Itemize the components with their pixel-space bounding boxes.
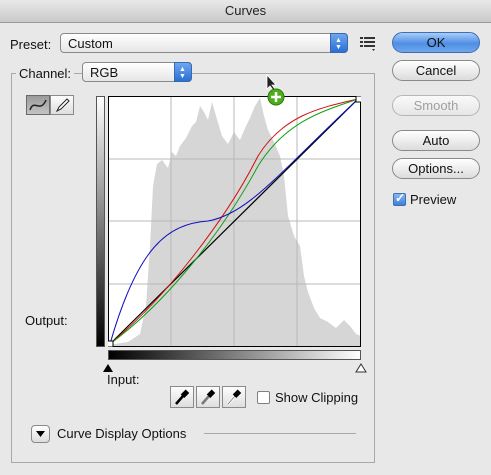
preset-value: Custom	[68, 36, 113, 51]
disclosure-triangle-icon	[36, 431, 45, 437]
channel-label: Channel:	[16, 66, 75, 81]
gray-point-eyedropper[interactable]	[196, 386, 220, 408]
white-point-handle[interactable]	[355, 95, 363, 103]
auto-button[interactable]: Auto	[392, 130, 480, 151]
output-gradient-bar	[96, 96, 105, 347]
show-clipping-checkbox[interactable]	[257, 391, 270, 404]
select-arrows-icon: ▲ ▼	[330, 33, 348, 53]
pencil-tool-button[interactable]	[50, 95, 74, 115]
curve-display-toggle[interactable]	[31, 425, 50, 443]
show-clipping-label: Show Clipping	[275, 390, 359, 405]
divider	[204, 433, 356, 434]
checkmark-icon: ✓	[395, 191, 406, 205]
window-titlebar: Curves	[0, 0, 491, 23]
select-arrows-icon: ▲ ▼	[174, 62, 192, 82]
window-title: Curves	[224, 3, 267, 18]
preset-label: Preset:	[10, 37, 52, 52]
preset-options-icon[interactable]	[357, 34, 379, 52]
curves-graph[interactable]	[106, 95, 363, 348]
preview-label: Preview	[410, 192, 457, 207]
add-point-cursor-icon	[264, 73, 288, 108]
black-point-eyedropper-icon	[175, 389, 190, 405]
preview-checkbox[interactable]: ✓	[393, 191, 406, 206]
preset-select[interactable]: Custom ▲ ▼	[60, 33, 348, 53]
white-point-eyedropper-icon	[227, 389, 242, 405]
cancel-button[interactable]: Cancel	[392, 60, 480, 81]
curves-graph-canvas	[106, 95, 363, 348]
options-button[interactable]: Options...	[392, 158, 480, 179]
channel-select[interactable]: RGB ▲ ▼	[82, 62, 192, 82]
white-point-eyedropper[interactable]	[222, 386, 246, 408]
black-input-slider[interactable]	[102, 361, 114, 372]
black-point-handle[interactable]	[106, 340, 114, 348]
input-gradient-bar	[108, 350, 361, 360]
ok-button[interactable]: OK	[392, 32, 480, 53]
black-point-eyedropper[interactable]	[170, 386, 194, 408]
channel-value: RGB	[90, 65, 119, 80]
pencil-icon	[55, 98, 70, 113]
output-label: Output:	[25, 313, 68, 328]
input-label: Input:	[107, 372, 140, 387]
gray-point-eyedropper-icon	[201, 389, 216, 405]
curve-tool-button[interactable]	[26, 95, 50, 115]
white-input-slider[interactable]	[355, 361, 367, 373]
curve-display-label: Curve Display Options	[57, 426, 187, 441]
smooth-button[interactable]: Smooth	[392, 95, 480, 116]
curve-tool-icon	[29, 99, 47, 111]
